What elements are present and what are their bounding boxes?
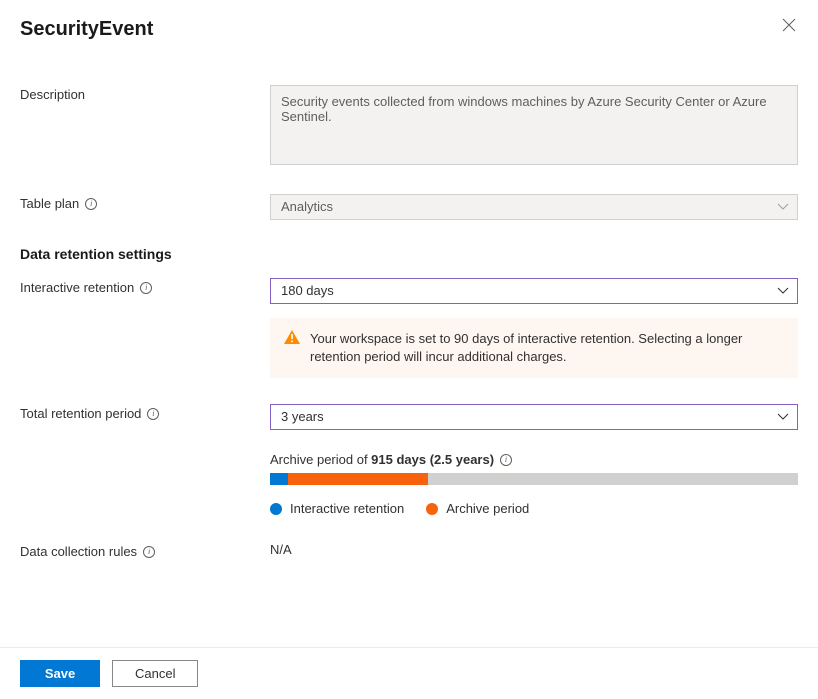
- settings-panel: SecurityEvent Description Table plan Ana…: [0, 0, 818, 641]
- warning-icon: [284, 330, 300, 344]
- chevron-down-icon: [777, 285, 789, 297]
- legend-archive-label: Archive period: [446, 501, 529, 516]
- header: SecurityEvent: [20, 18, 798, 41]
- row-interactive-retention: Interactive retention 180 days Your work…: [20, 278, 798, 378]
- interactive-retention-label-text: Interactive retention: [20, 278, 134, 298]
- warning-text: Your workspace is set to 90 days of inte…: [310, 330, 784, 366]
- section-title: Data retention settings: [20, 246, 798, 262]
- retention-bar: [270, 473, 798, 485]
- interactive-retention-value: 180 days: [281, 283, 334, 298]
- legend-dot-interactive: [270, 503, 282, 515]
- description-textarea: [270, 85, 798, 165]
- description-control: [270, 85, 798, 168]
- row-table-plan: Table plan Analytics: [20, 194, 798, 220]
- legend-interactive-label: Interactive retention: [290, 501, 404, 516]
- description-label: Description: [20, 85, 270, 105]
- total-retention-label: Total retention period: [20, 404, 270, 424]
- close-icon[interactable]: [782, 18, 798, 34]
- table-plan-select: Analytics: [270, 194, 798, 220]
- row-data-collection: Data collection rules N/A: [20, 542, 798, 562]
- table-plan-label: Table plan: [20, 194, 270, 214]
- chevron-down-icon: [777, 411, 789, 423]
- retention-legend: Interactive retention Archive period: [270, 501, 798, 516]
- warning-alert: Your workspace is set to 90 days of inte…: [270, 318, 798, 378]
- archive-prefix: Archive period of: [270, 452, 371, 467]
- total-retention-value: 3 years: [281, 409, 324, 424]
- data-collection-value: N/A: [270, 542, 292, 557]
- info-icon[interactable]: [140, 282, 152, 294]
- table-plan-label-text: Table plan: [20, 194, 79, 214]
- info-icon[interactable]: [147, 408, 159, 420]
- table-plan-control: Analytics: [270, 194, 798, 220]
- data-collection-label-text: Data collection rules: [20, 542, 137, 562]
- total-retention-label-text: Total retention period: [20, 404, 141, 424]
- chevron-down-icon: [777, 201, 789, 213]
- table-plan-value: Analytics: [281, 199, 333, 214]
- data-collection-value-area: N/A: [270, 542, 798, 557]
- legend-interactive: Interactive retention: [270, 501, 404, 516]
- interactive-retention-label: Interactive retention: [20, 278, 270, 298]
- legend-dot-archive: [426, 503, 438, 515]
- archive-bold: 915 days (2.5 years): [371, 452, 494, 467]
- info-icon[interactable]: [85, 198, 97, 210]
- footer: Save Cancel: [0, 647, 818, 699]
- total-retention-select[interactable]: 3 years: [270, 404, 798, 430]
- data-collection-label: Data collection rules: [20, 542, 270, 562]
- row-description: Description: [20, 85, 798, 168]
- bar-archive-segment: [288, 473, 428, 485]
- info-icon[interactable]: [143, 546, 155, 558]
- save-button[interactable]: Save: [20, 660, 100, 687]
- archive-period-text: Archive period of 915 days (2.5 years): [270, 452, 798, 467]
- legend-archive: Archive period: [426, 501, 529, 516]
- info-icon[interactable]: [500, 454, 512, 466]
- bar-interactive-segment: [270, 473, 288, 485]
- interactive-retention-control: 180 days Your workspace is set to 90 day…: [270, 278, 798, 378]
- total-retention-control: 3 years Archive period of 915 days (2.5 …: [270, 404, 798, 516]
- description-label-text: Description: [20, 85, 85, 105]
- page-title: SecurityEvent: [20, 18, 153, 41]
- interactive-retention-select[interactable]: 180 days: [270, 278, 798, 304]
- cancel-button[interactable]: Cancel: [112, 660, 198, 687]
- row-total-retention: Total retention period 3 years Archive p…: [20, 404, 798, 516]
